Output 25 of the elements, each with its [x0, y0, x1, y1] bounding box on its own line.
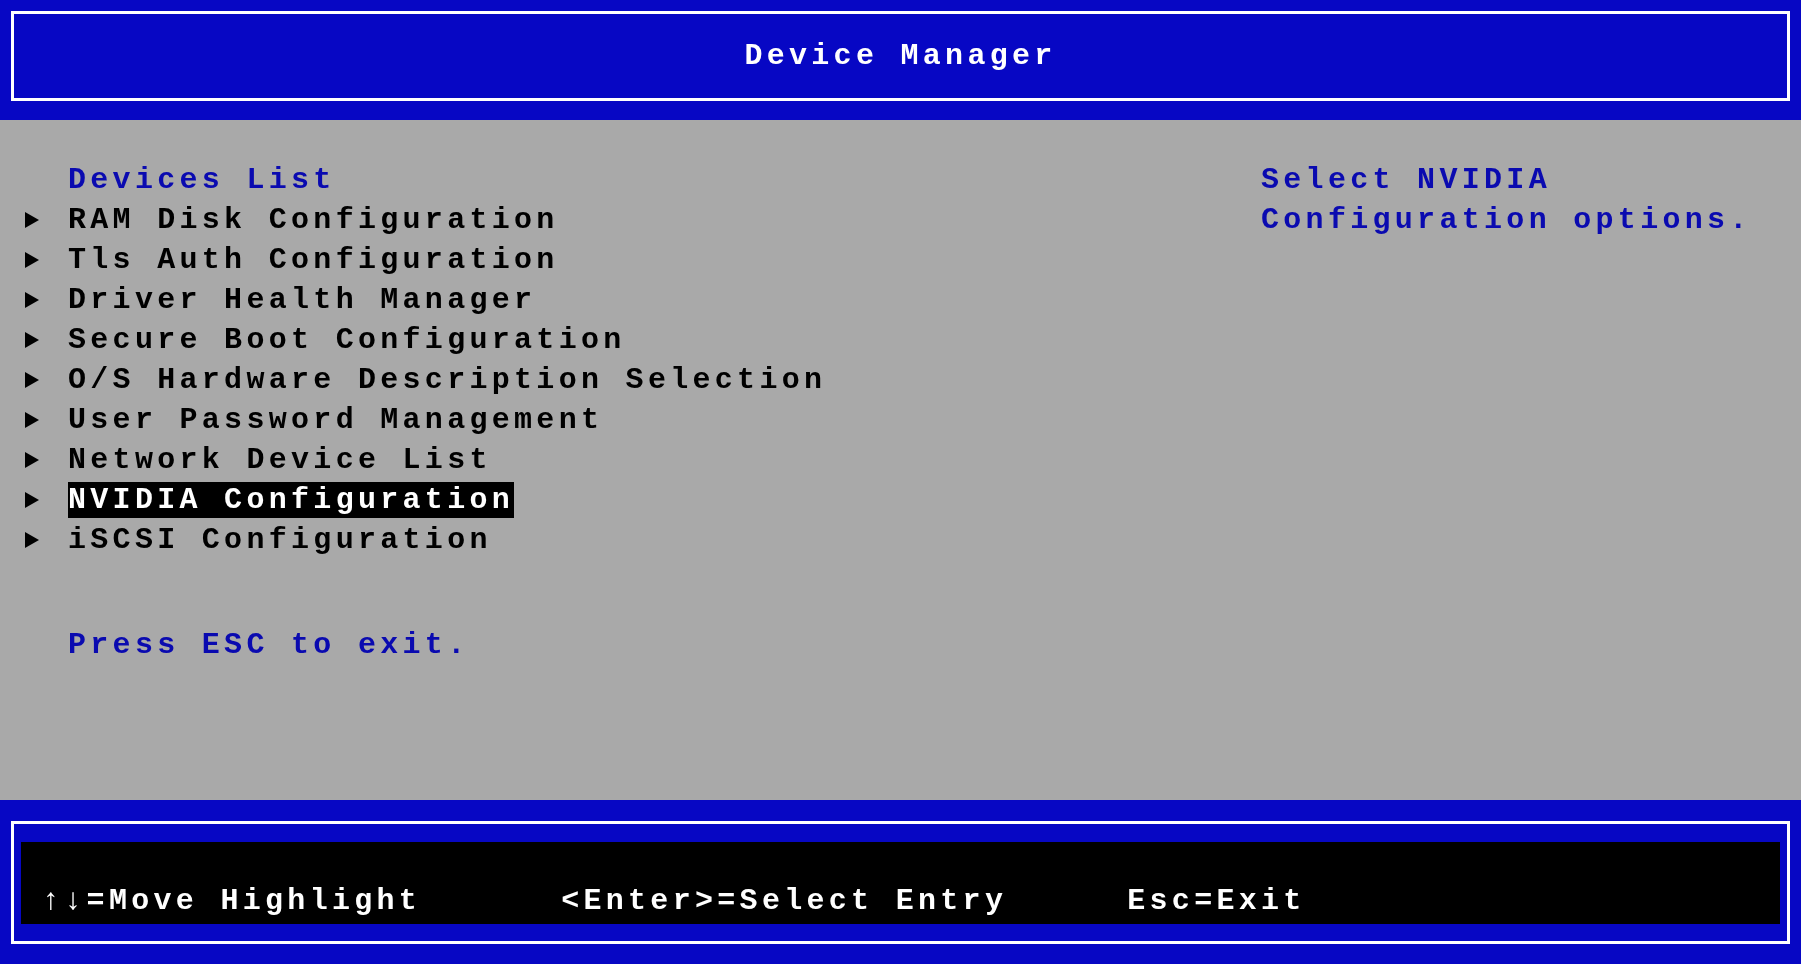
- key-hint: Esc=Exit: [1127, 884, 1306, 918]
- triangle-icon: [25, 332, 39, 348]
- triangle-icon: [25, 252, 39, 268]
- menu-item[interactable]: Secure Boot Configuration: [68, 322, 626, 358]
- menu-item[interactable]: Network Device List: [68, 442, 492, 478]
- window-title: Device Manager: [744, 39, 1057, 73]
- menu-item[interactable]: NVIDIA Configuration: [68, 482, 515, 518]
- key-hint: ↑↓=Move Highlight: [42, 884, 422, 918]
- exit-hint: Press ESC to exit.: [68, 627, 471, 664]
- menu-item[interactable]: O/S Hardware Description Selection: [68, 362, 827, 398]
- menu-item[interactable]: RAM Disk Configuration: [68, 202, 559, 238]
- triangle-icon: [25, 212, 39, 228]
- triangle-icon: [25, 372, 39, 388]
- menu-item[interactable]: Driver Health Manager: [68, 282, 537, 318]
- triangle-icon: [25, 412, 39, 428]
- menu-item[interactable]: User Password Management: [68, 402, 604, 438]
- menu-item[interactable]: iSCSI Configuration: [68, 522, 492, 558]
- section-heading: Devices List: [68, 162, 337, 199]
- key-hint: <Enter>=Select Entry: [561, 884, 1008, 918]
- triangle-icon: [25, 492, 39, 508]
- triangle-icon: [25, 292, 39, 308]
- triangle-icon: [25, 452, 39, 468]
- help-text: Select NVIDIA Configuration options.: [1261, 162, 1753, 239]
- menu-item[interactable]: Tls Auth Configuration: [68, 242, 559, 278]
- triangle-icon: [25, 532, 39, 548]
